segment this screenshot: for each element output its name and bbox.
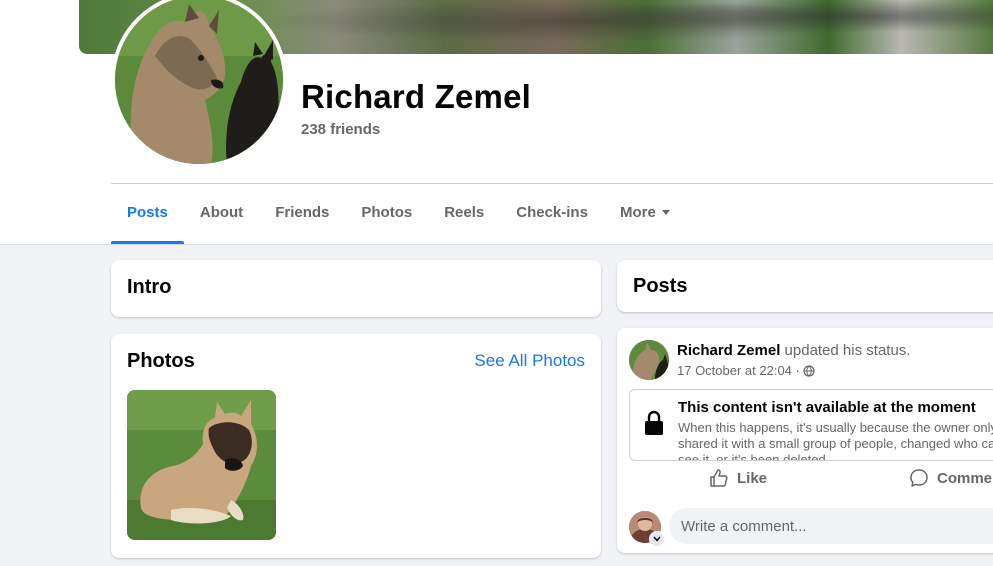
tab-reels[interactable]: Reels	[428, 184, 500, 244]
photo-thumbnail[interactable]	[127, 390, 276, 540]
comment-input[interactable]	[669, 508, 993, 544]
post-author-name[interactable]: Richard Zemel	[677, 342, 780, 359]
profile-picture-image	[115, 0, 283, 164]
profile-picture[interactable]	[111, 0, 287, 168]
tab-more-label: More	[619, 204, 656, 221]
profile-tabs: Posts About Friends Photos Reels Check-i…	[111, 184, 686, 244]
post-action-text: updated his status.	[784, 342, 911, 359]
tab-photos[interactable]: Photos	[345, 184, 428, 244]
globe-icon	[803, 364, 815, 377]
caret-down-icon	[661, 209, 670, 215]
intro-card: Intro	[111, 260, 601, 317]
tab-about[interactable]: About	[184, 184, 259, 244]
account-switch-chevron-icon[interactable]	[649, 531, 665, 547]
unavailable-content-box: This content isn't available at the mome…	[629, 389, 993, 461]
lock-icon	[645, 410, 663, 435]
friends-count[interactable]: 238 friends	[301, 121, 380, 138]
tab-check-ins[interactable]: Check-ins	[500, 184, 604, 244]
comment-label: Comment	[937, 469, 993, 487]
post-header-text: Richard Zemel updated his status.	[677, 342, 910, 359]
post-author-avatar[interactable]	[629, 340, 669, 380]
photos-title: Photos	[127, 350, 195, 372]
unavailable-title: This content isn't available at the mome…	[678, 399, 976, 416]
tab-friends[interactable]: Friends	[259, 184, 345, 244]
see-all-photos-link[interactable]: See All Photos	[474, 351, 585, 371]
like-button[interactable]: Like	[709, 468, 767, 488]
comment-button[interactable]: Comment	[909, 468, 993, 488]
unavailable-description: When this happens, it's usually because …	[678, 420, 993, 461]
posts-header-card: Posts	[617, 260, 993, 312]
speech-bubble-icon	[910, 469, 928, 487]
like-label: Like	[737, 469, 768, 487]
intro-title: Intro	[127, 276, 172, 298]
tab-more[interactable]: More	[604, 184, 686, 244]
profile-name: Richard Zemel	[301, 78, 532, 115]
tab-posts[interactable]: Posts	[111, 184, 184, 244]
post-time-text: 17 October at 22:04 ·	[677, 363, 800, 378]
posts-title: Posts	[633, 275, 688, 297]
post-timestamp[interactable]: 17 October at 22:04 ·	[677, 363, 815, 378]
photos-card: Photos See All Photos	[111, 334, 601, 558]
post-card: Richard Zemel updated his status. 17 Oct…	[617, 328, 993, 553]
thumbs-up-icon	[710, 469, 728, 487]
